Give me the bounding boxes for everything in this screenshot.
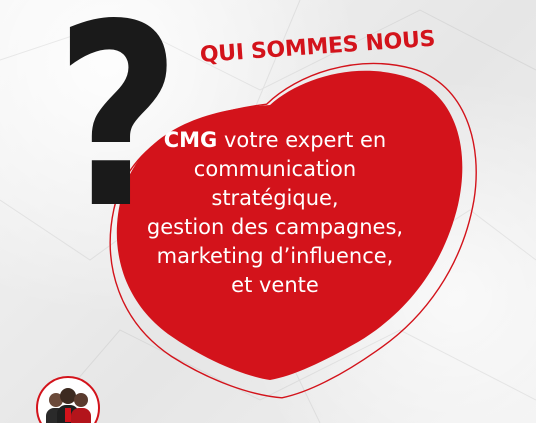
- description-line-5: marketing d’influence,: [156, 244, 394, 268]
- description-text: CMG votre expert en communication straté…: [120, 126, 430, 300]
- description-line-1: CMG votre expert en: [120, 126, 430, 155]
- description-line-6: et vente: [231, 273, 319, 297]
- poster-canvas: ? QUI SOMMES NOUS CMG votre expert en co…: [0, 0, 536, 423]
- description-line-1-rest: votre expert en: [217, 128, 387, 152]
- description-line-4: gestion des campagnes,: [146, 215, 404, 239]
- brand-name: CMG: [163, 128, 218, 152]
- description-line-2: communication: [193, 157, 357, 181]
- description-line-3: stratégique,: [211, 186, 339, 210]
